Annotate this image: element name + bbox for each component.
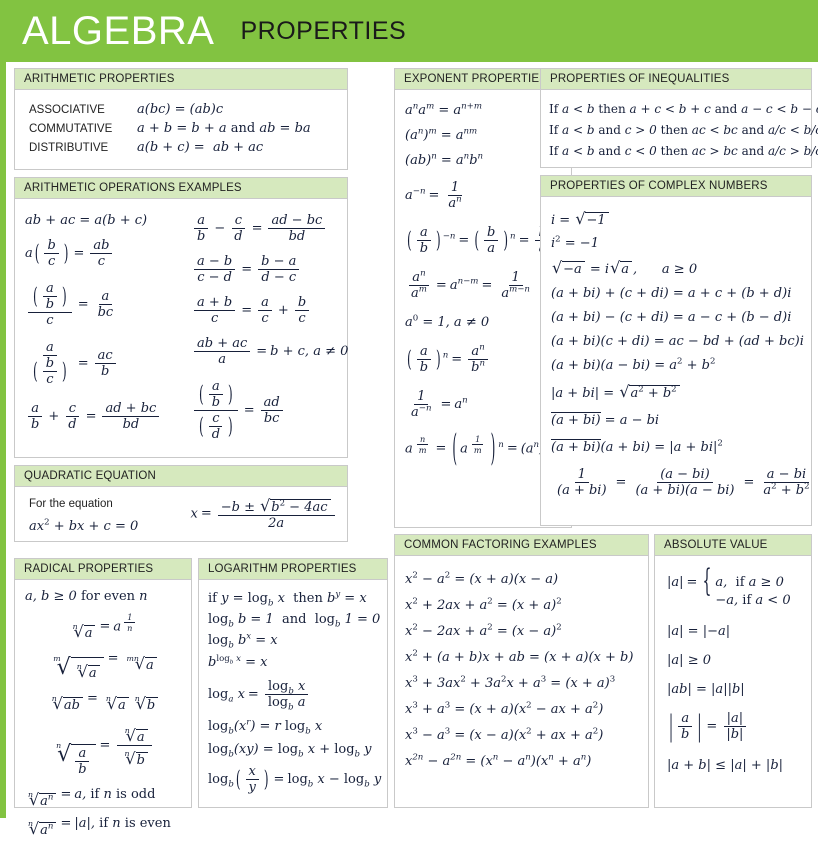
card-logarithm-properties: LOGARITHM PROPERTIES if y = logb x then … [198, 558, 388, 808]
formula-item: (a + bi)(c + di) = ac − bd + (ad + bc)i [551, 334, 804, 349]
column-radical: RADICAL PROPERTIES a, b ≥ 0 for even n n… [14, 558, 192, 837]
card-complex-numbers: PROPERTIES OF COMPLEX NUMBERS i = √ −1 i2… [540, 175, 812, 526]
formula-item: a(b c) = ac b [25, 341, 185, 386]
card-absolute-value: ABSOLUTE VALUE |a| ={a, if a ≥ 0 −a, if a … [654, 534, 812, 808]
table-row: ASSOCIATIVE a(bc) = (ab)c [29, 103, 339, 116]
formula-item: ab + ac = a(b + c) [25, 213, 148, 228]
formula-item: logb b = 1 and logb 1 = 0 [208, 612, 381, 630]
table-row: COMMUTATIVE a + b = b + a and ab = ba [29, 122, 339, 135]
formula-item: x2 − 2ax + a2 = (x − a)2 [405, 622, 562, 639]
formula-item: n√ab=n√an√b [21, 724, 185, 776]
card-heading: ARITHMETIC OPERATIONS EXAMPLES [15, 178, 347, 199]
formula-item: logb bx = x [208, 631, 278, 651]
row-formula: a(bc) = (ab)c [137, 102, 224, 117]
column-factoring: COMMON FACTORING EXAMPLES x2 − a2 = (x +… [394, 534, 649, 815]
formula-item: If a < b and c < 0 then ac > bc and a/c … [549, 144, 818, 158]
row-label: COMMUTATIVE [29, 122, 113, 135]
card-arithmetic-operations: ARITHMETIC OPERATIONS EXAMPLES ab + ac =… [14, 177, 348, 458]
row-formula: a + b = b + a and ab = ba [137, 121, 311, 136]
formula-item: (a + bi) − (c + di) = a − c + (b − d)i [551, 310, 792, 325]
formula-item: (a + bi)(a − bi) = a2 + b2 [551, 356, 716, 373]
formula-item: m √ n √ a = mn √ a [21, 652, 185, 680]
formula-item: (a + bi)(a + bi) = |a + bi|2 [551, 438, 723, 455]
card-heading: QUADRATIC EQUATION [15, 466, 347, 487]
card-heading: PROPERTIES OF COMPLEX NUMBERS [541, 176, 811, 197]
page-subtitle: PROPERTIES [240, 16, 407, 45]
quadratic-intro: For the equation ax2 + bx + c = 0 [29, 494, 189, 533]
formula-item: n√ab=n√an√b [21, 692, 185, 712]
card-heading: RADICAL PROPERTIES [15, 559, 191, 580]
formula-item: 1 (a + bi) = (a − bi) (a + bi)(a − bi) = a − b… [557, 467, 810, 498]
card-heading: PROPERTIES OF INEQUALITIES [541, 69, 811, 90]
formula-item: n √ a = a 1 n [21, 613, 185, 640]
formula-item: a b + c d = ad + bc bd [25, 402, 185, 431]
formula-item: x2 + 2ax + a2 = (x + a)2 [405, 596, 562, 613]
card-heading: ABSOLUTE VALUE [655, 535, 811, 556]
quadratic-formula: x = −b ± √ b2 − 4ac 2a [189, 497, 339, 530]
formula-item: x3 + 3ax2 + 3a2x + a3 = (x + a)3 [405, 674, 616, 691]
page-header: ALGEBRA PROPERTIES [0, 0, 818, 62]
column-inequalities: PROPERTIES OF INEQUALITIES If a < b then… [540, 68, 818, 533]
formula-item: i2 = −1 [551, 234, 599, 251]
formula-item: |a| = |−a| [667, 624, 731, 640]
column-left: ARITHMETIC PROPERTIES ASSOCIATIVE a(bc) … [14, 68, 348, 549]
formula-item: x2n − a2n = (xn − an)(xn + an) [405, 752, 592, 769]
formula-item: n √ an = |a|, if n is even [28, 816, 171, 839]
formula-item: ab + ac a = b + c, a ≠ 0 [191, 337, 348, 366]
formula-item: logb(x y) = logb x − logb y [208, 764, 382, 795]
table-row: DISTRIBUTIVE a(b + c) = ab + ac [29, 141, 339, 154]
row-formula: a(b + c) = ab + ac [137, 140, 264, 155]
formula-item: a(b c) = ab c [25, 239, 185, 268]
quadratic-intro-line1: For the equation [29, 498, 113, 510]
row-label: ASSOCIATIVE [29, 103, 105, 116]
formula-item: (a + bi) = a − bi [551, 412, 660, 428]
formula-item: If a < b then a + c < b + c and a − c < … [549, 102, 818, 116]
formula-item: |a| ≥ 0 [667, 653, 711, 669]
formula-item: n √ an = a, if n is odd [28, 787, 156, 810]
formula-sheet: ARITHMETIC PROPERTIES ASSOCIATIVE a(bc) … [0, 62, 818, 837]
formula-item: (a b)(c d) = ad bc [191, 380, 348, 441]
formula-item: x2 − a2 = (x + a)(x − a) [405, 570, 559, 587]
formula-item: logb(xy) = logb x + logb y [208, 742, 372, 760]
formula-item: |ab| = |a||b| [667, 682, 745, 698]
formula-item: |a + b| ≤ |a| + |b| [667, 758, 784, 774]
formula-item: loga x = logb x logb a [208, 680, 381, 712]
page-title: ALGEBRA [22, 9, 215, 53]
card-arithmetic-properties: ARITHMETIC PROPERTIES ASSOCIATIVE a(bc) … [14, 68, 348, 170]
column-absolute-value: ABSOLUTE VALUE |a| ={a, if a ≥ 0 −a, if a … [654, 534, 812, 815]
formula-item: x3 + a3 = (x + a)(x2 − ax + a2) [405, 700, 604, 717]
formula-item: | a b | = |a| |b| [667, 712, 805, 741]
formula-item: a + b c = a c + b c [191, 296, 348, 325]
card-heading: LOGARITHM PROPERTIES [199, 559, 387, 580]
card-heading: COMMON FACTORING EXAMPLES [395, 535, 648, 556]
examples-right-column: a b − c d = ad − bc bd a − bc − d = b − ad − c a … [185, 207, 348, 447]
card-inequalities: PROPERTIES OF INEQUALITIES If a < b then… [540, 68, 818, 168]
formula-item: a − bc − d = b − ad − c [191, 255, 348, 284]
formula-item: |a| ={a, if a ≥ 0 −a, if a < 0 [667, 564, 791, 608]
card-common-factoring: COMMON FACTORING EXAMPLES x2 − a2 = (x +… [394, 534, 649, 808]
formula-item: a b − c d = ad − bc bd [191, 214, 348, 243]
formula-item: If a < b and c > 0 then ac < bc and a/c … [549, 123, 818, 137]
formula-item: i = √ −1 [551, 211, 805, 227]
column-logarithm: LOGARITHM PROPERTIES if y = logb x then … [198, 558, 388, 815]
formula-item: √ −a = i √ a, a ≥ 0 [552, 258, 698, 277]
row-label: DISTRIBUTIVE [29, 141, 109, 154]
examples-left-column: ab + ac = a(b + c) a(b c) = ab c (a b) c = a bc a… [25, 207, 185, 447]
formula-item: (a + bi) + (c + di) = a + c + (b + d)i [551, 286, 792, 301]
quadratic-intro-line2: ax2 + bx + c = 0 [29, 517, 139, 534]
formula-item: logb(xr) = r logb x [208, 717, 323, 737]
radical-note: a, b ≥ 0 for even n [25, 589, 148, 604]
formula-item: if y = logb x then by = x [208, 589, 367, 609]
formula-item: (a b) c = a bc [25, 282, 185, 327]
card-radical-properties: RADICAL PROPERTIES a, b ≥ 0 for even n n… [14, 558, 192, 837]
card-heading: ARITHMETIC PROPERTIES [15, 69, 347, 90]
formula-item: x3 − a3 = (x − a)(x2 + ax + a2) [405, 726, 604, 743]
formula-item: x2 + (a + b)x + ab = (x + a)(x + b) [405, 648, 634, 665]
card-quadratic-equation: QUADRATIC EQUATION For the equation ax2 … [14, 465, 348, 542]
formula-item: blogb x = x [208, 653, 268, 670]
formula-item: |a + bi| = √ a2 + b2 [551, 384, 805, 400]
